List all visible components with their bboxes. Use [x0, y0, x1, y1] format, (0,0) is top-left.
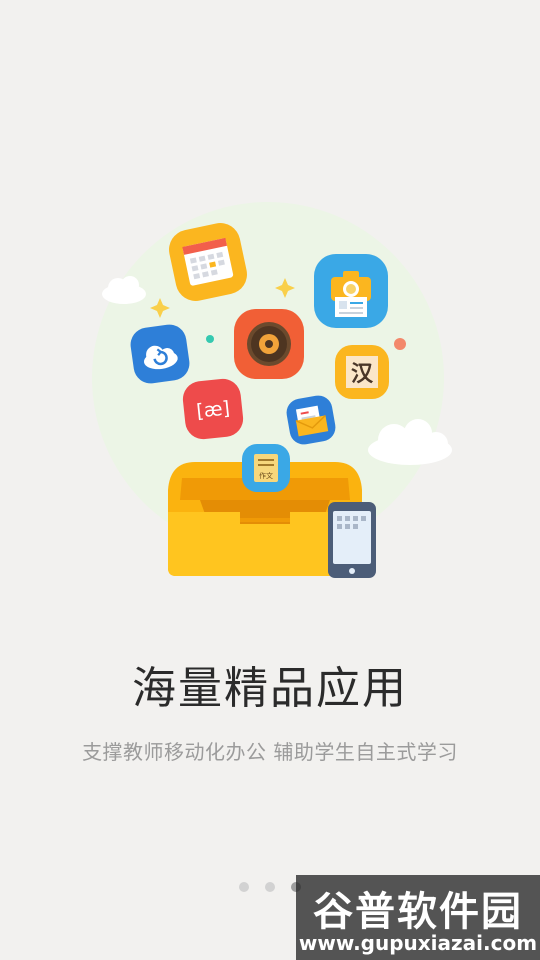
dot-teal — [206, 335, 214, 343]
phone-icon — [328, 502, 376, 578]
essay-book-icon: 作文 — [242, 444, 290, 492]
phonetic-tile-text: [æ] — [195, 397, 231, 422]
onboarding-title: 海量精品应用 — [132, 663, 408, 714]
dot-orange — [394, 338, 406, 350]
phonetic-icon: [æ] — [182, 378, 244, 440]
page-dot-1[interactable] — [239, 882, 249, 892]
cloud-sync-icon — [130, 324, 190, 384]
music-disc-icon — [234, 309, 304, 379]
chinese-character-icon: 汉 — [335, 345, 389, 399]
onboarding-subtitle: 支撑教师移动化办公 辅助学生自主式学习 — [82, 740, 458, 764]
camera-icon — [314, 254, 388, 328]
hanzi-tile-text: 汉 — [351, 362, 374, 387]
onboarding-illustration: 汉 [æ] 作文 — [92, 202, 452, 578]
watermark-url: www.gupuxiazai.com — [298, 931, 538, 955]
page-dot-2[interactable] — [265, 882, 275, 892]
essay-tile-text: 作文 — [259, 471, 273, 480]
watermark-name: 谷普软件园 — [313, 889, 523, 935]
site-watermark: 谷普软件园 www.gupuxiazai.com — [296, 875, 540, 960]
